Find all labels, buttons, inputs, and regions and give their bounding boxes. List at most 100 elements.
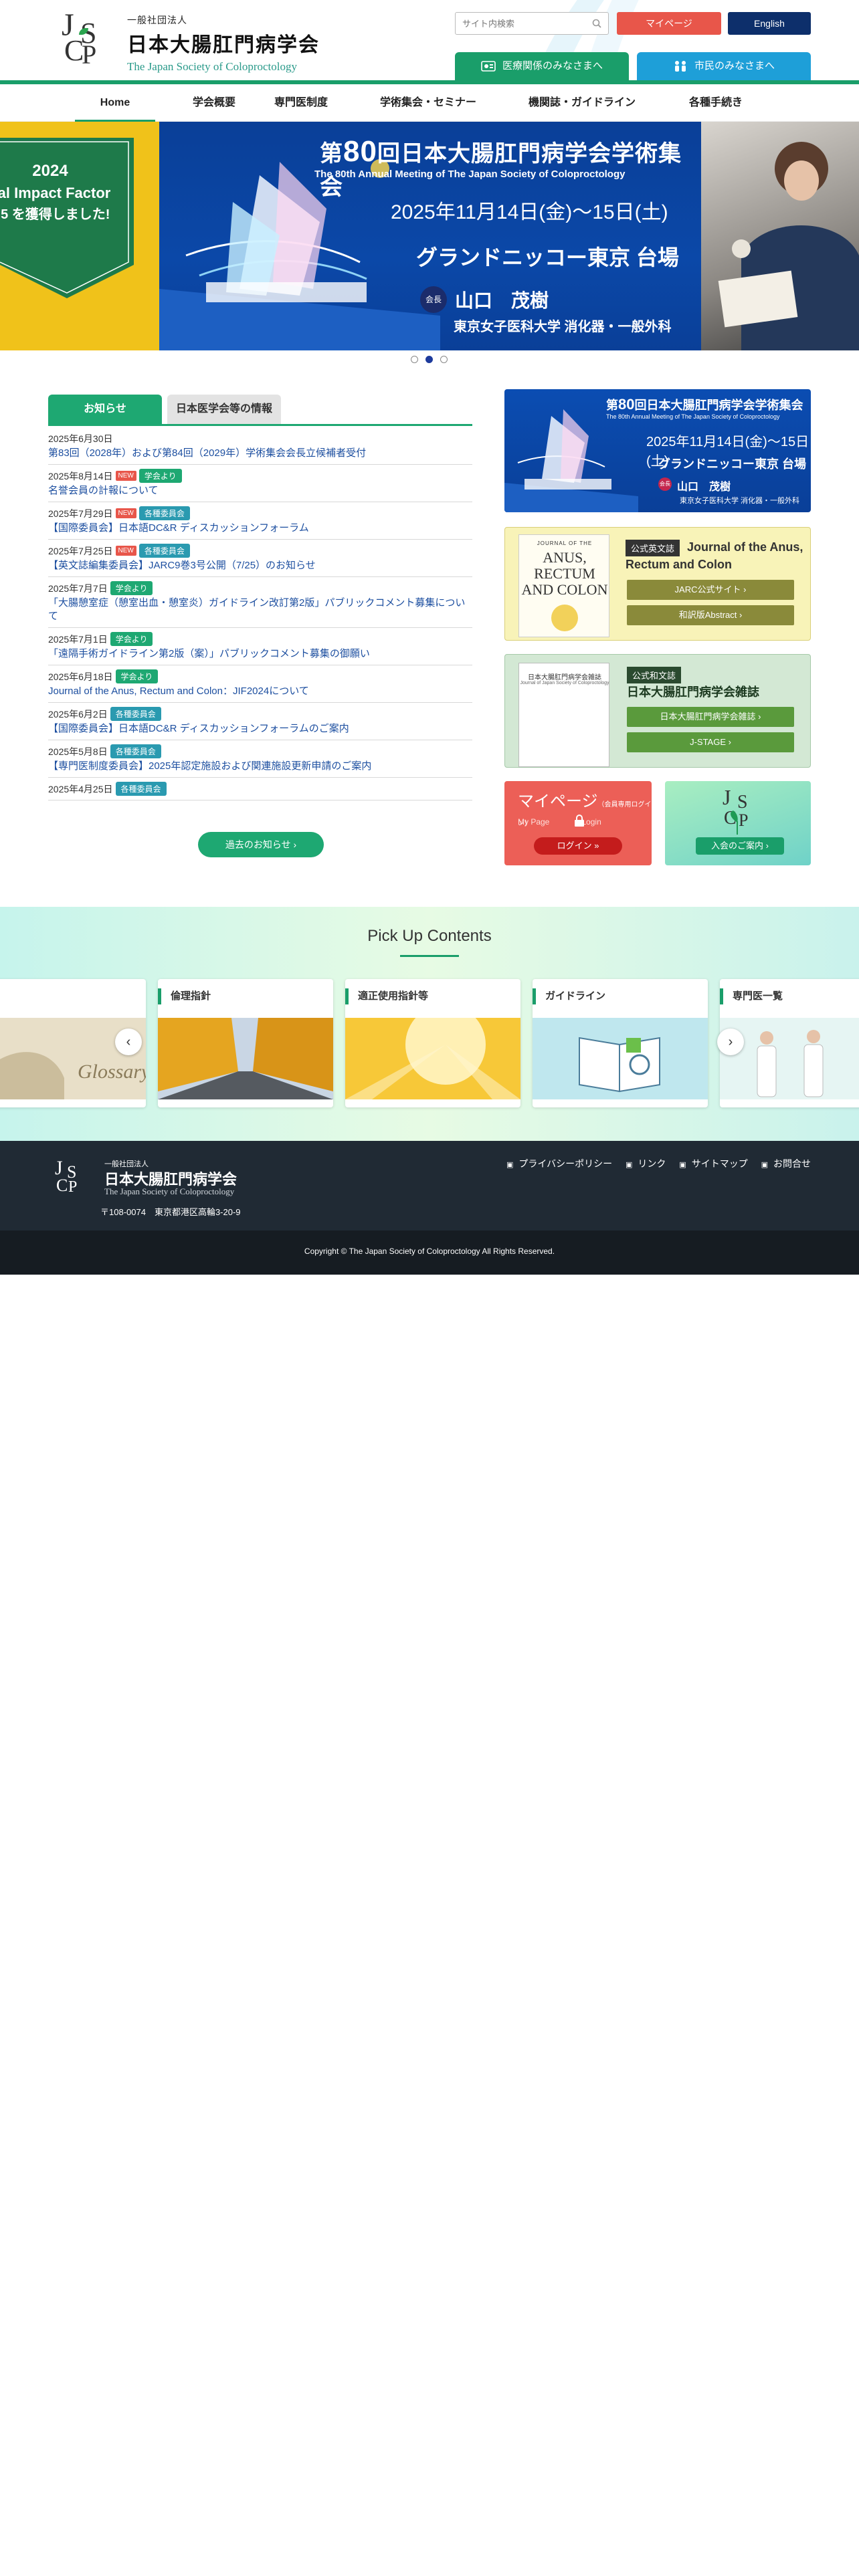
- category-badge: 各種委員会: [110, 707, 161, 721]
- slider-dot-3[interactable]: [440, 356, 448, 363]
- nav-specialist-system[interactable]: 専門医制度: [254, 84, 348, 122]
- news-date: 2025年7月7日: [48, 582, 108, 594]
- nav-home[interactable]: Home: [75, 84, 155, 122]
- global-nav: Home 学会概要 専門医制度 学術集会・セミナー 機関誌・ガイドライン 各種手…: [0, 84, 859, 122]
- public-button-label: 市民のみなさまへ: [694, 60, 775, 72]
- jstage-button[interactable]: J-STAGE ›: [627, 732, 794, 752]
- past-news-button[interactable]: 過去のお知らせ ›: [198, 832, 324, 857]
- news-item[interactable]: 2025年7月7日 学会より 「大腸憩室症（憩室出血・憩室炎）ガイドライン改訂第2版…: [48, 577, 472, 628]
- news-list[interactable]: 2025年6月30日 第83回（2028年）および第84回（2029年）学術集会会…: [48, 428, 472, 815]
- glossary-text: Glossary: [78, 1061, 146, 1083]
- footer-address: 〒108-0074 東京都港区高輪3-20-9: [100, 1207, 241, 1217]
- site-logo[interactable]: JSCP 一般社団法人 日本大腸肛門病学会 The Japan Society …: [52, 4, 320, 74]
- nav-meetings-seminars[interactable]: 学術集会・セミナー: [361, 84, 495, 122]
- site-header: JSCP 一般社団法人 日本大腸肛門病学会 The Japan Society …: [0, 0, 859, 80]
- news-title-link[interactable]: 名誉会員の計報について: [48, 484, 467, 498]
- news-date: 2025年8月14日: [48, 470, 113, 481]
- news-item[interactable]: 2025年6月30日 第83回（2028年）および第84回（2029年）学術集会会…: [48, 428, 472, 465]
- impact-factor-value: .5 を獲得しました!: [0, 207, 110, 222]
- news-item[interactable]: 2025年6月2日 各種委員会 【国際委員会】日本語DC&R ディスカッションフォー…: [48, 703, 472, 740]
- footer-link-privacy[interactable]: プライバシーポリシー: [506, 1157, 612, 1170]
- sidebar-chair-name: 山口 茂樹: [677, 481, 731, 493]
- nav-procedures[interactable]: 各種手続き: [669, 84, 763, 122]
- mypage-button[interactable]: マイページ: [617, 12, 721, 35]
- login-button[interactable]: ログイン »: [534, 837, 622, 855]
- pickup-card-proper-use[interactable]: 適正使用指針等: [345, 979, 520, 1107]
- news-date: 2025年7月25日: [48, 545, 113, 556]
- news-date: 2025年7月29日: [48, 508, 113, 519]
- hero-slider[interactable]: 2024 rnal Impact Factor .5 を獲得しました! 第80回…: [0, 122, 859, 350]
- logo-title: 日本大腸肛門病学会: [127, 34, 320, 56]
- hero-meeting-english: The 80th Annual Meeting of The Japan Soc…: [314, 169, 626, 180]
- tab-news[interactable]: お知らせ: [48, 395, 162, 424]
- news-item[interactable]: 2025年7月25日 NEW 各種委員会 【英文誌編集委員会】JARC9巻3号公開（7…: [48, 540, 472, 577]
- news-title-link[interactable]: 「大腸憩室症（憩室出血・憩室炎）ガイドライン改訂第2版」パブリックコメント募集に…: [48, 597, 467, 623]
- news-title-link[interactable]: 【専門医制度委員会】2025年認定施設および関連施設更新申請のご案内: [48, 760, 467, 773]
- sidebar-meeting-english: The 80th Annual Meeting of The Japan Soc…: [606, 413, 780, 420]
- news-item[interactable]: 2025年6月18日 学会より Journal of the Anus, Rectu…: [48, 665, 472, 703]
- japanese-journal-button[interactable]: 日本大腸肛門病学会雑誌 ›: [627, 707, 794, 727]
- news-title-link[interactable]: 【英文誌編集委員会】JARC9巻3号公開（7/25）のお知らせ: [48, 559, 467, 572]
- membership-info-button[interactable]: 入会のご案内 ›: [696, 837, 784, 855]
- search-input[interactable]: [456, 13, 583, 34]
- pickup-title: Pick Up Contents: [367, 927, 492, 945]
- japanese-journal-label: 公式和文誌: [627, 667, 682, 683]
- footer-link-links[interactable]: リンク: [626, 1157, 666, 1170]
- jarc-cover-top: JOURNAL OF THE: [537, 540, 593, 546]
- reading-woman-slide[interactable]: [701, 122, 859, 350]
- jarc-cover-title: ANUS, RECTUM AND COLON: [521, 549, 608, 598]
- footer-links: プライバシーポリシー リンク サイトマップ お問合せ: [496, 1157, 811, 1170]
- mypage-login-card[interactable]: マイページ（会員専用ログイン） My Page Login ログイン »: [504, 781, 652, 865]
- footer-link-contact[interactable]: お問合せ: [761, 1157, 811, 1170]
- impact-factor-year: 2024: [32, 162, 68, 180]
- jarc-journal-card: JOURNAL OF THE ANUS, RECTUM AND COLON Jo…: [504, 527, 811, 641]
- news-item[interactable]: 2025年8月14日 NEW 学会より 名誉会員の計報について: [48, 465, 472, 502]
- category-badge: 各種委員会: [138, 544, 190, 558]
- footer-logo-mark[interactable]: JS CP: [52, 1157, 88, 1200]
- slider-dot-1[interactable]: [411, 356, 418, 363]
- footer-link-sitemap[interactable]: サイトマップ: [679, 1157, 748, 1170]
- news-date: 2025年5月8日: [48, 746, 108, 757]
- news-tab-underline: [48, 424, 472, 426]
- medical-professionals-button[interactable]: 医療関係のみなさまへ: [455, 52, 629, 80]
- jarc-official-site-button[interactable]: JARC公式サイト ›: [627, 580, 794, 600]
- nav-journals-guidelines[interactable]: 機関誌・ガイドライン: [508, 84, 656, 122]
- public-citizens-button[interactable]: 市民のみなさまへ: [637, 52, 811, 80]
- news-item[interactable]: 2025年7月29日 NEW 各種委員会 【国際委員会】日本語DC&R ディスカッショ…: [48, 502, 472, 540]
- sunlight-image: [345, 1018, 520, 1099]
- pickup-next-button[interactable]: ›: [717, 1029, 744, 1055]
- english-button[interactable]: English: [728, 12, 811, 35]
- doctors-image: [720, 1018, 859, 1099]
- news-title-link[interactable]: 第83回（2028年）および第84回（2029年）学術集会会長立候補者受付: [48, 447, 467, 460]
- new-badge: NEW: [115, 471, 136, 481]
- news-item[interactable]: 2025年4月25日 各種委員会: [48, 778, 472, 800]
- copyright-bar: Copyright © The Japan Society of Colopro…: [0, 1230, 859, 1275]
- jarc-cover-image: JOURNAL OF THE ANUS, RECTUM AND COLON: [518, 534, 609, 637]
- pickup-card-ethics[interactable]: 倫理指針: [158, 979, 333, 1107]
- membership-card[interactable]: JSCP 入会のご案内 ›: [665, 781, 811, 865]
- pickup-prev-button[interactable]: ‹: [115, 1029, 142, 1055]
- news-title-link[interactable]: Journal of the Anus, Rectum and Colon：JI…: [48, 685, 467, 698]
- site-search: [455, 12, 609, 35]
- slider-dot-2[interactable]: [425, 356, 433, 363]
- news-title-link[interactable]: 【国際委員会】日本語DC&R ディスカッションフォーラムのご案内: [48, 722, 467, 736]
- news-title-link[interactable]: 「遠隔手術ガイドライン第2版（案）」パブリックコメント募集の御願い: [48, 647, 467, 661]
- pickup-card-title: 倫理指針: [158, 988, 211, 1004]
- search-icon[interactable]: [592, 19, 601, 28]
- new-badge: NEW: [115, 508, 136, 518]
- news-item[interactable]: 2025年5月8日 各種委員会【専門医制度委員会】2025年認定施設および関連施設…: [48, 740, 472, 778]
- hero-meeting-date: 2025年11月14日(金)～15日(土): [391, 201, 668, 223]
- nav-about[interactable]: 学会概要: [167, 84, 261, 122]
- impact-factor-slide[interactable]: 2024 rnal Impact Factor .5 を獲得しました!: [0, 122, 159, 350]
- tab-medical-society-info[interactable]: 日本医学会等の情報: [167, 395, 281, 424]
- open-book-image: [533, 1018, 708, 1099]
- news-title-link[interactable]: 【国際委員会】日本語DC&R ディスカッションフォーラム: [48, 522, 467, 535]
- jarc-abstract-button[interactable]: 和訳版Abstract ›: [627, 605, 794, 625]
- category-badge: 各種委員会: [110, 744, 161, 758]
- annual-meeting-banner[interactable]: 第80回日本大腸肛門病学会学術集会 The 80th Annual Meetin…: [504, 389, 811, 512]
- news-item[interactable]: 2025年7月1日 学会より 「遠隔手術ガイドライン第2版（案）」パブリックコメント…: [48, 628, 472, 665]
- pickup-card-guidelines[interactable]: ガイドライン: [533, 979, 708, 1107]
- impact-factor-label: rnal Impact Factor: [0, 185, 111, 201]
- annual-meeting-slide[interactable]: 第80回日本大腸肛門病学会学術集会 The 80th Annual Meetin…: [159, 122, 701, 350]
- ginkgo-avenue-image: [158, 1018, 333, 1099]
